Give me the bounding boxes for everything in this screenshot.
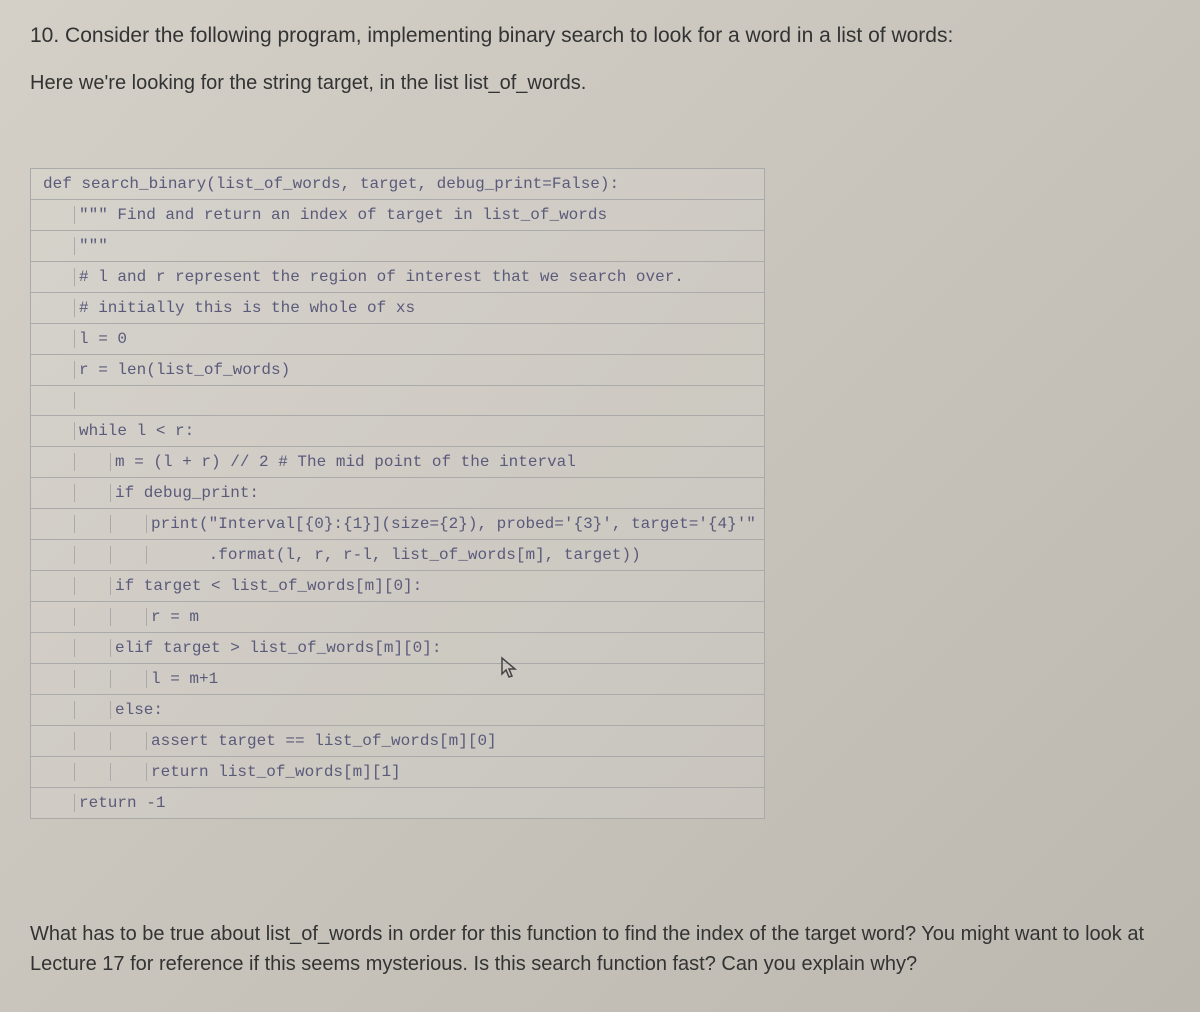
code-line: """ [31,231,764,262]
code-line: # initially this is the whole of xs [31,293,764,324]
code-line: assert target == list_of_words[m][0] [31,726,764,757]
code-content: l = m+1 [147,670,218,688]
indent-cell [39,763,75,781]
indent-cell [39,422,75,440]
code-content: if debug_print: [111,484,259,502]
indent-cell [39,453,75,471]
code-line: l = 0 [31,324,764,355]
code-content: if target < list_of_words[m][0]: [111,577,422,595]
indent-cell [75,453,111,471]
question-footer: What has to be true about list_of_words … [30,919,1170,979]
indent-cell [75,484,111,502]
indent-cell [39,237,75,255]
question-sub: Here we're looking for the string target… [30,68,1170,98]
indent-cell [75,546,111,564]
indent-cell [39,732,75,750]
question-intro-text: Consider the following program, implemen… [65,24,953,47]
indent-cell [111,670,147,688]
code-line: return list_of_words[m][1] [31,757,764,788]
code-content: .format(l, r, r-l, list_of_words[m], tar… [147,546,641,564]
indent-cell [111,608,147,626]
code-line: elif target > list_of_words[m][0]: [31,633,764,664]
indent-cell [39,484,75,502]
code-line: if debug_print: [31,478,764,509]
indent-cell [39,392,75,409]
code-content: assert target == list_of_words[m][0] [147,732,497,750]
code-content: r = len(list_of_words) [75,361,290,379]
indent-cell [75,732,111,750]
code-content: return list_of_words[m][1] [147,763,401,781]
indent-cell [111,546,147,564]
indent-cell [111,515,147,533]
indent-cell [75,763,111,781]
code-content: else: [111,701,163,719]
code-content: m = (l + r) // 2 # The mid point of the … [111,453,576,471]
code-line: r = m [31,602,764,633]
indent-cell [111,732,147,750]
code-line: def search_binary(list_of_words, target,… [31,169,764,200]
code-line: return -1 [31,788,764,819]
indent-cell [39,546,75,564]
code-content: # l and r represent the region of intere… [75,268,684,286]
question-number: 10. [30,24,59,47]
indent-cell [75,639,111,657]
indent-cell [39,670,75,688]
indent-cell [39,361,75,379]
code-content: """ [75,237,108,255]
code-line: .format(l, r, r-l, list_of_words[m], tar… [31,540,764,571]
code-content: print("Interval[{0}:{1}](size={2}), prob… [147,515,756,533]
code-line: while l < r: [31,416,764,447]
indent-cell [75,670,111,688]
code-line: m = (l + r) // 2 # The mid point of the … [31,447,764,478]
indent-cell [39,794,75,812]
code-content: elif target > list_of_words[m][0]: [111,639,441,657]
code-content: r = m [147,608,199,626]
indent-cell [39,639,75,657]
code-content: while l < r: [75,422,194,440]
indent-cell [75,608,111,626]
code-content: l = 0 [75,330,127,348]
code-line: """ Find and return an index of target i… [31,200,764,231]
code-block: def search_binary(list_of_words, target,… [30,168,765,819]
indent-cell [39,206,75,224]
code-content: """ Find and return an index of target i… [75,206,607,224]
code-content: return -1 [75,794,165,812]
code-line: # l and r represent the region of intere… [31,262,764,293]
code-line: print("Interval[{0}:{1}](size={2}), prob… [31,509,764,540]
indent-cell [39,299,75,317]
question-intro: 10. Consider the following program, impl… [30,20,1170,52]
code-line: l = m+1 [31,664,764,695]
code-line: if target < list_of_words[m][0]: [31,571,764,602]
indent-cell [39,577,75,595]
indent-cell [39,515,75,533]
code-content: def search_binary(list_of_words, target,… [39,175,619,193]
code-line [31,386,764,416]
code-line: r = len(list_of_words) [31,355,764,386]
indent-cell [39,268,75,286]
indent-cell [39,701,75,719]
code-content [75,392,79,409]
indent-cell [39,330,75,348]
code-content: # initially this is the whole of xs [75,299,415,317]
indent-cell [75,515,111,533]
indent-cell [75,701,111,719]
code-line: else: [31,695,764,726]
indent-cell [75,577,111,595]
indent-cell [39,608,75,626]
indent-cell [111,763,147,781]
